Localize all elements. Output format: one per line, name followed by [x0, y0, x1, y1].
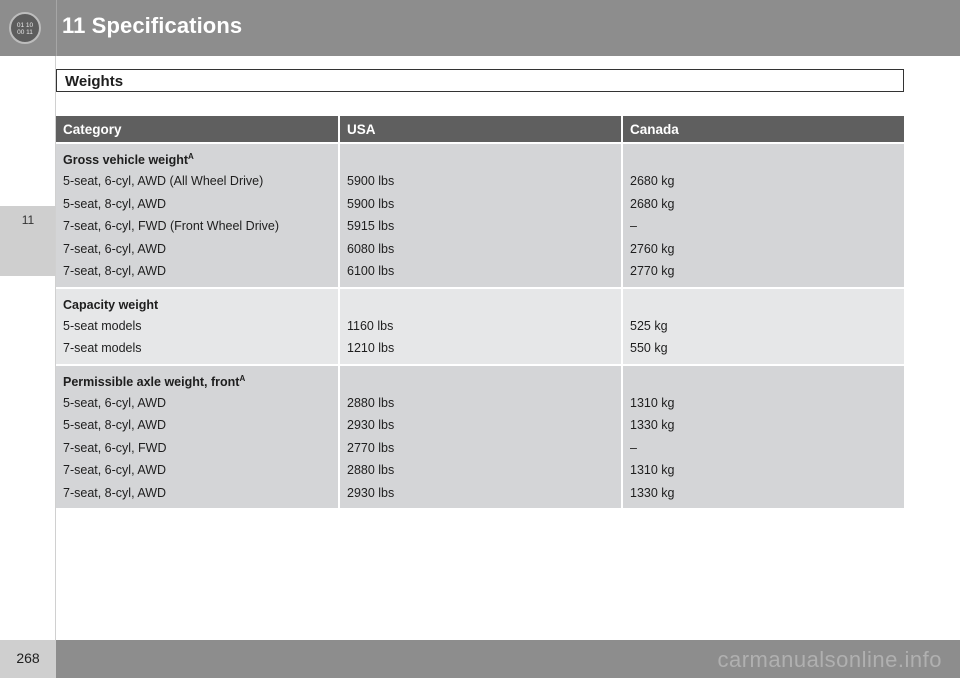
column-header-usa: USA — [339, 116, 623, 143]
row-value-canada: 1310 kg — [630, 463, 675, 477]
row-label: 5-seat, 8-cyl, AWD — [63, 196, 167, 211]
row-value-usa: 1210 lbs — [347, 341, 395, 355]
row-label: 5-seat, 8-cyl, AWD — [63, 418, 167, 432]
canada-cell: 1310 kg 1330 kg – 1310 kg 1330 kg — [622, 363, 904, 508]
header-tab: 01 10 00 11 — [0, 0, 57, 56]
row-value-usa: 6080 lbs — [347, 241, 395, 256]
canada-cell: 525 kg 550 kg — [622, 286, 904, 365]
row-value-usa: 5900 lbs — [347, 174, 395, 188]
column-header-canada: Canada — [622, 116, 904, 143]
chapter-badge-icon: 01 10 00 11 — [9, 12, 41, 44]
category-cell: Capacity weight 5-seat models 7-seat mod… — [56, 286, 340, 365]
column-header-category: Category — [56, 116, 340, 143]
row-value-canada: 1310 kg — [630, 395, 675, 410]
row-value-usa: 1160 lbs — [347, 318, 394, 333]
svg-text:01 10: 01 10 — [17, 22, 34, 29]
row-value-usa: 2930 lbs — [347, 485, 395, 500]
row-value-canada: 2760 kg — [630, 241, 675, 256]
usa-cell: 1160 lbs 1210 lbs — [339, 286, 623, 365]
row-value-usa: 5900 lbs — [347, 196, 395, 211]
row-label: 7-seat, 6-cyl, FWD (Front Wheel Drive) — [63, 219, 280, 233]
group-heading: Gross vehicle weightA — [63, 151, 194, 167]
row-value-usa: 6100 lbs — [347, 264, 395, 278]
row-label: 7-seat, 6-cyl, AWD — [63, 463, 167, 477]
row-value-canada: 2680 kg — [630, 196, 675, 211]
row-label: 5-seat models — [63, 318, 142, 333]
row-label: 5-seat, 6-cyl, AWD (All Wheel Drive) — [63, 174, 264, 188]
row-value-canada: 550 kg — [630, 341, 668, 355]
canada-cell: 2680 kg 2680 kg – 2760 kg 2770 kg — [622, 142, 904, 288]
svg-text:00 11: 00 11 — [17, 29, 33, 36]
row-value-canada: 2770 kg — [630, 264, 675, 278]
table-group-axle-weight-front: Permissible axle weight, frontA 5-seat, … — [56, 363, 904, 508]
footnote-marker: A — [188, 151, 194, 161]
row-value-canada: 2680 kg — [630, 174, 675, 188]
row-value-canada: 1330 kg — [630, 485, 675, 500]
chapter-title: 11 Specifications — [62, 13, 243, 38]
section-title: Weights — [65, 73, 124, 90]
row-value-usa: 2770 lbs — [347, 440, 395, 455]
section-heading-box: Weights — [56, 69, 904, 92]
row-value-usa: 2880 lbs — [347, 463, 395, 477]
row-value-canada: – — [630, 219, 637, 233]
usa-cell: 2880 lbs 2930 lbs 2770 lbs 2880 lbs 2930… — [339, 363, 623, 508]
row-value-usa: 5915 lbs — [347, 219, 395, 233]
group-heading: Capacity weight — [63, 297, 159, 312]
row-value-canada: 1330 kg — [630, 418, 675, 432]
table-group-gross-vehicle-weight: Gross vehicle weightA 5-seat, 6-cyl, AWD… — [56, 142, 904, 288]
row-value-canada: – — [630, 440, 637, 455]
table-group-capacity-weight: Capacity weight 5-seat models 7-seat mod… — [56, 286, 904, 365]
row-value-usa: 2930 lbs — [347, 418, 395, 432]
row-label: 7-seat, 8-cyl, AWD — [63, 264, 167, 278]
row-label: 5-seat, 6-cyl, AWD — [63, 395, 167, 410]
usa-cell: 5900 lbs 5900 lbs 5915 lbs 6080 lbs 6100… — [339, 142, 623, 288]
row-label: 7-seat, 8-cyl, AWD — [63, 485, 167, 500]
category-cell: Gross vehicle weightA 5-seat, 6-cyl, AWD… — [56, 142, 340, 288]
table-header-row: Category USA Canada — [56, 116, 904, 143]
watermark: carmanualsonline.info — [717, 647, 942, 672]
row-label: 7-seat, 6-cyl, AWD — [63, 241, 167, 256]
footnote-marker: A — [239, 373, 246, 383]
group-heading: Permissible axle weight, frontA — [63, 373, 246, 389]
category-cell: Permissible axle weight, frontA 5-seat, … — [56, 363, 340, 508]
page-number: 268 — [16, 650, 40, 666]
side-margin — [0, 56, 56, 206]
row-label: 7-seat, 6-cyl, FWD — [63, 440, 167, 455]
weights-table: Category USA Canada Gross vehicle weight… — [56, 116, 904, 508]
row-value-canada: 525 kg — [630, 318, 668, 333]
row-label: 7-seat models — [63, 341, 142, 355]
row-value-usa: 2880 lbs — [347, 395, 395, 410]
side-chapter-number: 11 — [21, 213, 35, 227]
